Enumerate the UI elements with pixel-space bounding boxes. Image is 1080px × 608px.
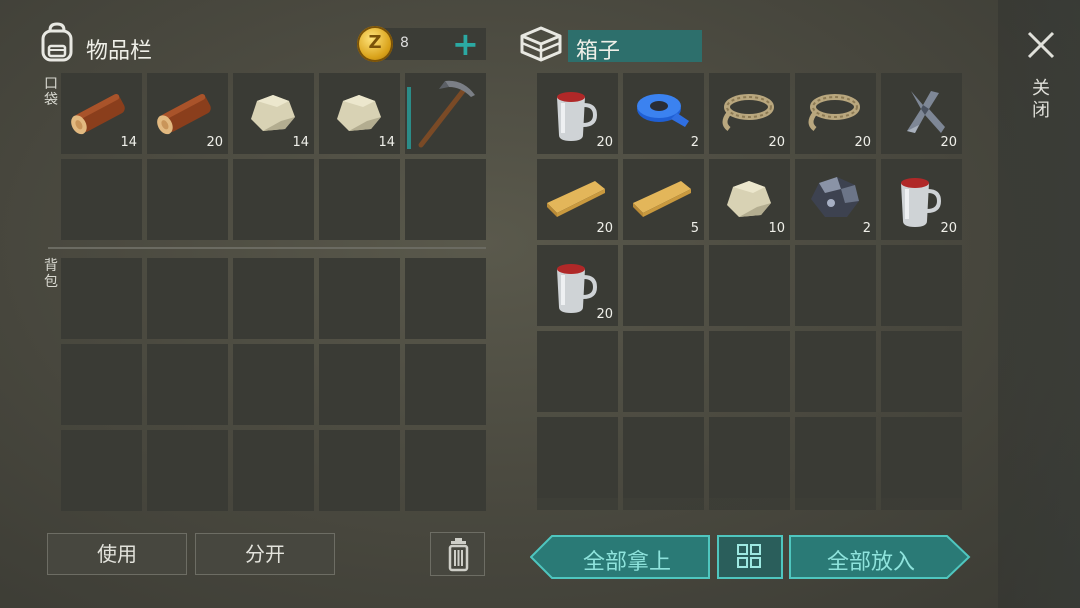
backpack-slot[interactable] [61,344,142,425]
chest-slot-9[interactable]: 2 [795,159,876,240]
pocket-slot-2[interactable]: 20 [147,73,228,154]
chest-slot[interactable] [709,245,790,326]
chest-slot[interactable] [881,245,962,326]
backpack-grid [61,258,486,511]
chest-slot-11[interactable]: 20 [537,245,618,326]
chest-slot-10[interactable]: 20 [881,159,962,240]
slot-quantity: 14 [378,135,395,150]
coin-icon: Z [357,26,393,62]
chest-slot-1[interactable]: 20 [537,73,618,154]
pickaxe-icon [418,80,475,148]
slot-quantity: 20 [206,135,223,150]
pocket-slot-6[interactable] [61,159,142,240]
slot-quantity: 20 [596,307,613,322]
backpack-slot[interactable] [233,344,314,425]
slot-quantity: 20 [596,221,613,236]
slot-quantity: 2 [690,135,699,150]
backpack-label: 背包 [44,258,58,290]
chest-slot[interactable] [623,331,704,412]
chest-slot[interactable] [537,331,618,412]
backpack-slot[interactable] [147,258,228,339]
chest-icon [520,26,562,62]
trash-icon [448,538,469,572]
slot-quantity: 2 [862,221,871,236]
pocket-slot-5[interactable] [405,73,486,154]
chest-slot[interactable] [709,417,790,498]
slot-quantity: 20 [940,221,957,236]
inventory-panel: 物品栏 Z 8 + 口袋 背包 14 20 14 14 使用 分开 [0,0,500,608]
chest-slot-5[interactable]: 20 [881,73,962,154]
backpack-slot[interactable] [319,344,400,425]
split-button[interactable]: 分开 [195,533,335,575]
chest-slot-2[interactable]: 2 [623,73,704,154]
inventory-title: 物品栏 [86,39,153,64]
pocket-label: 口袋 [44,76,58,108]
pocket-grid: 14 20 14 14 [61,73,486,240]
backpack-slot[interactable] [61,258,142,339]
chest-slot[interactable] [795,245,876,326]
chest-slot[interactable] [709,331,790,412]
chest-slot-3[interactable]: 20 [709,73,790,154]
trash-button[interactable] [430,532,485,576]
pocket-slot-1[interactable]: 14 [61,73,142,154]
chest-title: 箱子 [576,39,621,64]
use-button[interactable]: 使用 [47,533,187,575]
add-coins-button[interactable]: + [452,28,479,60]
slot-quantity: 10 [768,221,785,236]
chest-slot[interactable] [623,417,704,498]
backpack-slot[interactable] [405,430,486,511]
chest-slot[interactable] [881,417,962,498]
pocket-slot-4[interactable]: 14 [319,73,400,154]
close-label[interactable]: 关闭 [1030,78,1052,122]
chest-grid-scroll-hint [537,492,963,510]
chest-slot-7[interactable]: 5 [623,159,704,240]
chest-slot[interactable] [795,331,876,412]
chest-slot[interactable] [881,331,962,412]
coin-count: 8 [400,35,409,51]
slot-quantity: 14 [292,135,309,150]
section-divider [48,247,486,249]
backpack-slot[interactable] [319,430,400,511]
chest-slot[interactable] [795,417,876,498]
backpack-slot[interactable] [233,430,314,511]
slot-quantity: 5 [690,221,699,236]
backpack-slot[interactable] [405,344,486,425]
backpack-slot[interactable] [405,258,486,339]
pocket-slot-10[interactable] [405,159,486,240]
pocket-slot-8[interactable] [233,159,314,240]
backpack-icon [41,22,73,62]
slot-quantity: 20 [940,135,957,150]
slot-quantity: 20 [768,135,785,150]
take-all-label: 全部拿上 [582,550,671,575]
chest-slot-8[interactable]: 10 [709,159,790,240]
put-all-label: 全部放入 [826,550,915,575]
chest-slot-4[interactable]: 20 [795,73,876,154]
backpack-slot[interactable] [147,344,228,425]
pocket-slot-9[interactable] [319,159,400,240]
pocket-slot-3[interactable]: 14 [233,73,314,154]
pocket-slot-7[interactable] [147,159,228,240]
backpack-slot[interactable] [319,258,400,339]
slot-quantity: 14 [120,135,137,150]
close-icon[interactable] [1026,30,1056,60]
chest-grid: 20 2 20 20 20 20 5 10 2 20 20 [537,73,962,498]
backpack-slot[interactable] [233,258,314,339]
backpack-slot[interactable] [147,430,228,511]
slot-quantity: 20 [596,135,613,150]
backpack-slot[interactable] [61,430,142,511]
chest-slot-6[interactable]: 20 [537,159,618,240]
chest-slot[interactable] [537,417,618,498]
chest-slot[interactable] [623,245,704,326]
grid-sort-icon [737,544,761,568]
sort-button[interactable] [717,535,783,579]
slot-quantity: 20 [854,135,871,150]
